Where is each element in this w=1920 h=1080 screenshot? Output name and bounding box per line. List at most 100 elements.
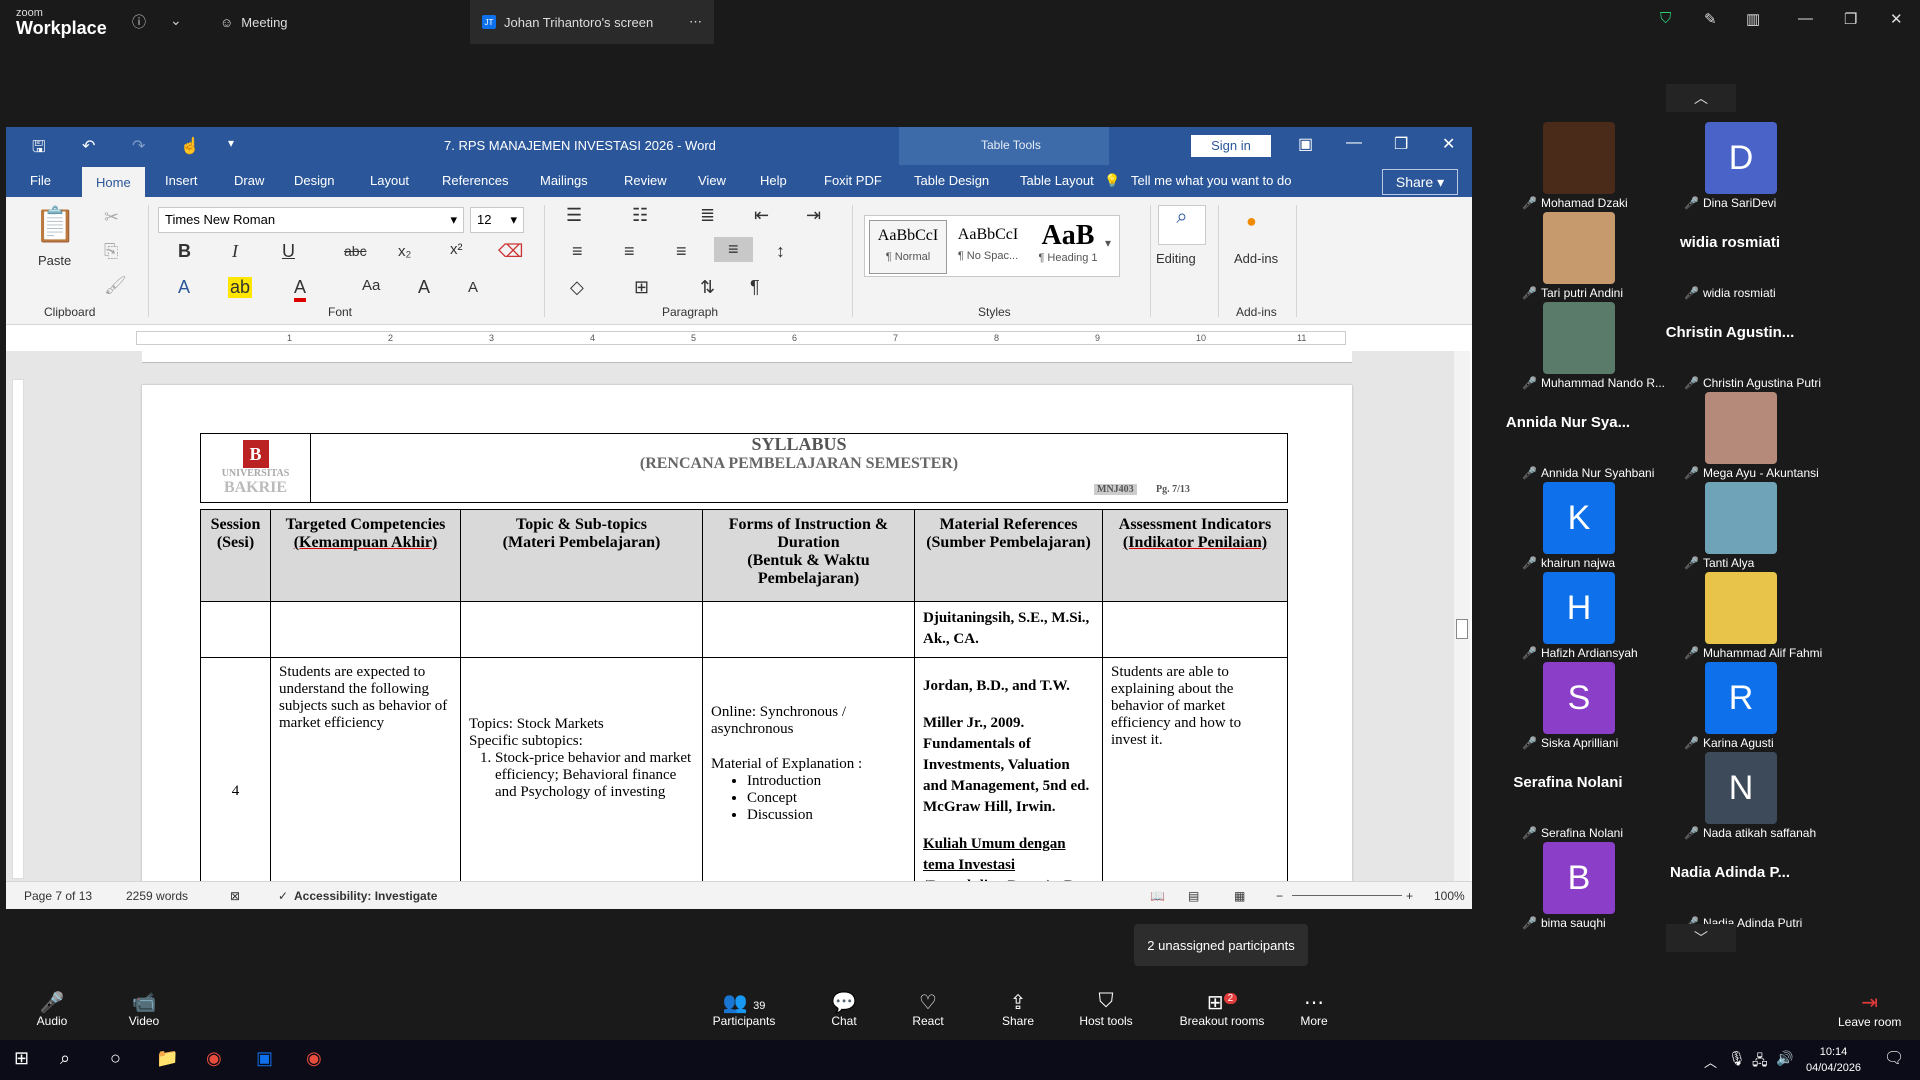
participant-tile[interactable]: D 🎤 Dina SariDevi bbox=[1650, 122, 1810, 212]
bold-button[interactable]: B bbox=[178, 241, 191, 262]
host-tools-button[interactable]: ⛉ Host tools bbox=[1066, 990, 1146, 1028]
redo-icon[interactable]: ↷ bbox=[132, 136, 145, 156]
zoom-in-icon[interactable]: + bbox=[1406, 889, 1413, 903]
tab-references[interactable]: References bbox=[442, 173, 508, 188]
session-cell[interactable]: 4 bbox=[200, 657, 271, 909]
italic-button[interactable]: I bbox=[232, 241, 238, 262]
info-icon[interactable]: ⓘ bbox=[132, 12, 146, 32]
superscript-button[interactable]: x² bbox=[450, 241, 463, 258]
search-icon[interactable]: ⌕ bbox=[60, 1048, 70, 1069]
strikethrough-button[interactable]: abc bbox=[344, 243, 367, 259]
cut-icon[interactable]: ✂ bbox=[104, 207, 119, 228]
tab-shared-screen[interactable]: JT Johan Trihantoro's screen ⋯ bbox=[470, 0, 714, 44]
reference-cell[interactable]: Djuitaningsih, S.E., M.Si., Ak., CA. bbox=[914, 601, 1103, 658]
taskbar-clock[interactable]: 10:14 04/04/2026 bbox=[1806, 1044, 1861, 1076]
react-button[interactable]: ♡ React bbox=[888, 990, 968, 1028]
font-color-icon[interactable]: A bbox=[294, 277, 307, 302]
font-name-field[interactable]: Times New Roman ▾ bbox=[158, 207, 464, 233]
table-cell[interactable] bbox=[200, 601, 271, 658]
tray-mic-icon[interactable]: 🎙 bbox=[1728, 1050, 1746, 1067]
numbering-icon[interactable]: ☷ bbox=[632, 205, 648, 226]
tab-file[interactable]: File bbox=[30, 173, 51, 188]
horizontal-ruler[interactable]: 1 2 3 4 5 6 7 8 9 10 11 bbox=[136, 331, 1346, 345]
proofing-icon[interactable]: ⊠ bbox=[230, 889, 240, 903]
styles-more-icon[interactable]: ▾ bbox=[1105, 236, 1111, 250]
change-case-icon[interactable]: Aa bbox=[362, 277, 380, 294]
style-normal[interactable]: AaBbCcI ¶ Normal bbox=[869, 220, 947, 274]
participant-tile[interactable]: widia rosmiati 🎤 widia rosmiati bbox=[1650, 212, 1810, 302]
borders-icon[interactable]: ⊞ bbox=[634, 277, 649, 298]
tab-review[interactable]: Review bbox=[624, 173, 667, 188]
tray-network-icon[interactable]: 🖧 bbox=[1752, 1050, 1768, 1074]
topics-cell[interactable]: Topics: Stock Markets Specific subtopics… bbox=[460, 657, 703, 909]
tab-layout[interactable]: Layout bbox=[370, 173, 409, 188]
print-layout-icon[interactable]: ▤ bbox=[1188, 889, 1199, 903]
align-left-icon[interactable]: ≡ bbox=[572, 241, 583, 262]
participant-tile[interactable]: 🎤 Tari putri Andini bbox=[1488, 212, 1648, 302]
participant-tile[interactable]: Christin Agustin... 🎤 Christin Agustina Pu… bbox=[1650, 302, 1821, 392]
word-minimize-icon[interactable]: — bbox=[1346, 134, 1362, 152]
align-right-icon[interactable]: ≡ bbox=[676, 241, 687, 262]
participant-tile[interactable]: K 🎤 khairun najwa bbox=[1488, 482, 1648, 572]
text-effects-icon[interactable]: A bbox=[178, 277, 190, 298]
sign-in-button[interactable]: Sign in bbox=[1191, 135, 1271, 157]
participant-tile[interactable]: B 🎤 bima sauqhi bbox=[1488, 842, 1648, 932]
competency-cell[interactable]: Students are expected to understand the … bbox=[270, 657, 461, 909]
tab-home[interactable]: Home bbox=[82, 165, 145, 197]
view-layout-icon[interactable]: ▥ bbox=[1746, 10, 1760, 28]
file-explorer-icon[interactable]: 📁 bbox=[156, 1048, 178, 1069]
addins-icon[interactable]: ● bbox=[1246, 211, 1257, 232]
bullets-icon[interactable]: ☰ bbox=[566, 205, 582, 226]
search-icon[interactable]: ⌕ bbox=[1158, 205, 1206, 245]
tab-draw[interactable]: Draw bbox=[234, 173, 264, 188]
participant-tile[interactable]: 🎤 Mega Ayu - Akuntansi bbox=[1650, 392, 1819, 482]
underline-button[interactable]: U bbox=[282, 241, 295, 262]
windows-start-icon[interactable]: ⊞ bbox=[14, 1048, 29, 1069]
tab-insert[interactable]: Insert bbox=[165, 173, 198, 188]
tab-table-design[interactable]: Table Design bbox=[914, 173, 989, 188]
audio-button[interactable]: 🎤 Audio bbox=[12, 990, 92, 1028]
zoom-level[interactable]: 100% bbox=[1434, 889, 1465, 903]
format-painter-icon[interactable]: 🖌 bbox=[104, 275, 127, 296]
save-icon[interactable]: 🖫 bbox=[32, 136, 46, 163]
notification-icon[interactable]: 🗨 bbox=[1884, 1048, 1904, 1068]
video-button[interactable]: 📹 Video bbox=[104, 990, 184, 1028]
addins-button[interactable]: Add-ins bbox=[1234, 251, 1278, 266]
chrome-window-icon[interactable]: ◉ bbox=[306, 1048, 322, 1069]
share-screen-button[interactable]: ⇪ Share bbox=[978, 990, 1058, 1028]
shading-icon[interactable]: ◇ bbox=[570, 277, 584, 298]
share-button[interactable]: Share ▾ bbox=[1382, 169, 1458, 195]
multilevel-list-icon[interactable]: ≣ bbox=[700, 205, 715, 226]
tab-help[interactable]: Help bbox=[760, 173, 787, 188]
table-cell[interactable] bbox=[270, 601, 461, 658]
breakout-rooms-button[interactable]: ⊞ 2 Breakout rooms bbox=[1172, 990, 1272, 1028]
zoom-slider[interactable] bbox=[1292, 895, 1402, 896]
zoom-app-icon[interactable]: ▣ bbox=[256, 1048, 273, 1069]
tray-volume-icon[interactable]: 🔊 bbox=[1776, 1050, 1793, 1067]
more-button[interactable]: ⋯ More bbox=[1274, 990, 1354, 1028]
tab-meeting[interactable]: ☺ Meeting bbox=[208, 0, 300, 44]
participant-tile[interactable]: 🎤 Tanti Alya bbox=[1650, 482, 1810, 572]
participant-tile[interactable]: S 🎤 Siska Aprilliani bbox=[1488, 662, 1648, 752]
document-page[interactable]: B UNIVERSITAS BAKRIE SYLLABUS (RENCANA P… bbox=[142, 385, 1352, 909]
chevron-down-icon[interactable]: ﹀ bbox=[1666, 924, 1736, 952]
line-spacing-icon[interactable]: ↕ bbox=[776, 241, 785, 262]
instruction-cell[interactable]: Online: Synchronous / asynchronous Mater… bbox=[702, 657, 915, 909]
read-mode-icon[interactable]: 📖 bbox=[1150, 889, 1165, 903]
justify-icon[interactable]: ≡ bbox=[714, 237, 753, 262]
table-cell[interactable] bbox=[1102, 601, 1288, 658]
participant-tile[interactable]: Nadia Adinda P... 🎤 Nadia Adinda Putri bbox=[1650, 842, 1810, 932]
style-heading-1[interactable]: AaB ¶ Heading 1 bbox=[1029, 220, 1107, 274]
participants-button[interactable]: 👥 39 Participants bbox=[694, 990, 794, 1028]
paste-icon[interactable]: 📋 bbox=[34, 205, 76, 245]
tab-table-layout[interactable]: Table Layout bbox=[1020, 173, 1094, 188]
increase-indent-icon[interactable]: ⇥ bbox=[806, 205, 821, 226]
annotate-icon[interactable]: ✎ bbox=[1704, 10, 1717, 28]
participant-tile[interactable]: Serafina Nolani 🎤 Serafina Nolani bbox=[1488, 752, 1648, 842]
page-count[interactable]: Page 7 of 13 bbox=[24, 889, 92, 903]
participant-tile[interactable]: 🎤 Mohamad Dzaki bbox=[1488, 122, 1648, 212]
zoom-out-icon[interactable]: − bbox=[1276, 889, 1283, 903]
style-no-spacing[interactable]: AaBbCcI ¶ No Spac... bbox=[949, 220, 1027, 274]
participant-tile[interactable]: R 🎤 Karina Agusti bbox=[1650, 662, 1810, 752]
tab-mailings[interactable]: Mailings bbox=[540, 173, 588, 188]
